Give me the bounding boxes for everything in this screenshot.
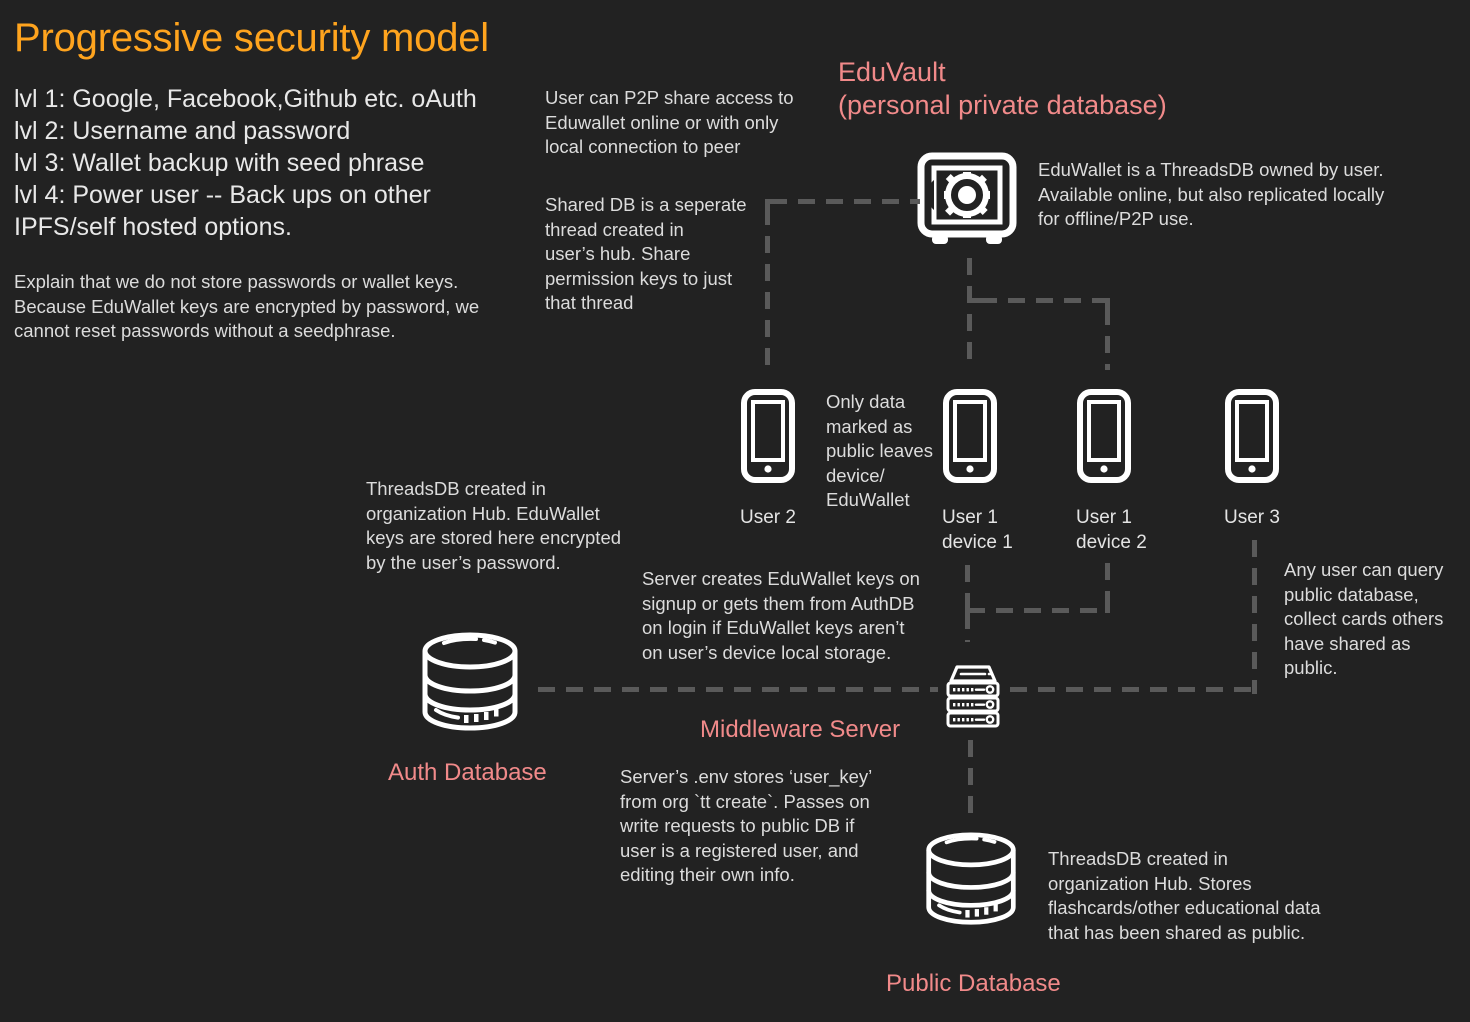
connector-device-bridge [968,608,1110,613]
connector-corner [967,298,981,303]
connector-device2-down [1105,563,1110,605]
connector-vault-left-vertical [765,208,770,368]
public-db-description: ThreadsDB created in organization Hub. S… [1048,848,1321,943]
device-label-user-1-device-1: User 1 device 1 [942,507,1013,553]
database-cylinder-icon [418,632,522,732]
mobile-phone-icon [1076,388,1132,484]
database-cylinder-icon [922,832,1020,926]
auth-database-label: Auth Database [388,759,547,786]
connector-user3-down [1252,540,1257,690]
shared-db-note: Shared DB is a seperate thread created i… [545,194,747,313]
public-data-note: Only data marked as public leaves device… [826,391,933,510]
mobile-phone-icon [942,388,998,484]
device-label-user-1-device-2: User 1 device 2 [1076,507,1147,553]
p2p-share-note: User can P2P share access to Eduwallet o… [545,87,794,157]
middleware-env-note: Server’s .env stores ‘user_key’ from org… [620,766,873,885]
auth-db-description: ThreadsDB created in organization Hub. E… [366,478,622,573]
connector-device1-to-server [965,612,970,642]
connector-device1-down [965,565,970,607]
mobile-phone-icon [1224,388,1280,484]
connector-vault-right-horizontal [980,298,1110,303]
safe-vault-icon [916,152,1018,248]
public-query-note: Any user can query public database, coll… [1284,559,1444,678]
mobile-phone-icon [740,388,796,484]
middleware-keys-note: Server creates EduWallet keys on signup … [642,568,920,663]
eduvault-label: EduVault (personal private database) [838,57,1167,120]
eduvault-description: EduWallet is a ThreadsDB owned by user. … [1038,159,1385,229]
security-levels-list: lvl 1: Google, Facebook,Github etc. oAut… [14,85,477,241]
connector-vault-right-vertical [1105,308,1110,370]
connector-vault-left-horizontal [770,199,920,204]
connector-server-to-user3 [1010,687,1255,692]
public-database-label: Public Database [886,970,1061,997]
diagram-canvas: Progressive security model lvl 1: Google… [0,0,1470,1022]
connector-authdb-to-server [538,687,938,692]
connector-server-to-publicdb [968,740,973,814]
password-policy-note: Explain that we do not store passwords o… [14,271,480,341]
page-title: Progressive security model [14,16,489,60]
device-label-user-3: User 3 [1224,507,1280,528]
connector-vault-down [967,258,972,370]
